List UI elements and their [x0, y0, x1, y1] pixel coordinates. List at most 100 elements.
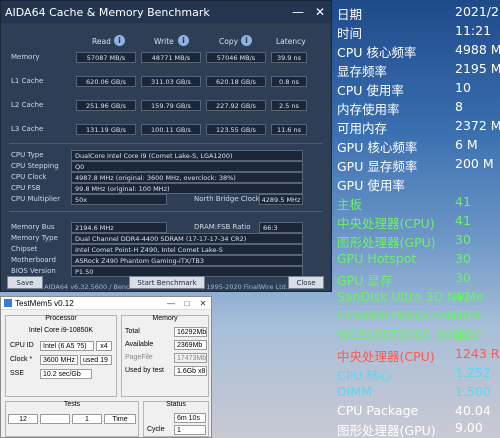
sensor-label: 中央处理器(CPU) — [337, 216, 435, 231]
tests-cell: Time — [104, 414, 136, 424]
sensor-row: CPU 使用率 10 — [337, 80, 500, 98]
start-benchmark-button[interactable]: Start Benchmark — [129, 276, 205, 289]
tests-cell: 12 — [8, 414, 38, 424]
sensor-row: CPU Package 40.04 — [337, 403, 500, 421]
sensor-row: DIMM 1.500 — [337, 384, 500, 402]
cpu-type-label: CPU Type — [11, 151, 44, 159]
clock-multiplier: used 19 — [80, 355, 112, 365]
aida64-titlebar: AIDA64 Cache & Memory Benchmark — ✕ — [1, 1, 331, 23]
maximize-icon[interactable]: □ — [179, 299, 195, 308]
l2-copy-value: 227.92 GB/s — [206, 100, 266, 111]
sensor-label: GPU 显存频率 — [337, 159, 418, 174]
minimize-icon[interactable]: — — [163, 299, 179, 308]
row-label-l3: L3 Cache — [11, 125, 44, 133]
window-title: AIDA64 Cache & Memory Benchmark — [5, 5, 210, 19]
sensor-value: 30 — [455, 232, 471, 247]
minimize-icon[interactable]: — — [287, 1, 309, 23]
sensor-label: CPU 核心 — [337, 368, 392, 383]
col-header-read: Read — [92, 37, 111, 46]
sensor-label: GPU 核心频率 — [337, 140, 418, 155]
total-value: 16292Mb — [174, 327, 207, 337]
tests-group-title: Tests — [63, 401, 81, 408]
sensor-label: 图形处理器(GPU) — [337, 235, 436, 250]
memory-type-value: Dual Channel DDR4-4400 SDRAM (17-17-17-3… — [71, 233, 303, 244]
sse-value: 10.2 sec/Gb — [40, 369, 92, 379]
read-info-icon[interactable]: i — [114, 35, 125, 46]
cpu-multiplier-value: 50x — [71, 194, 167, 205]
aida64-body: Read i Write i Copy i Latency Memory 570… — [1, 23, 331, 293]
aida64-window: AIDA64 Cache & Memory Benchmark — ✕ Read… — [0, 0, 332, 292]
sensor-value: 40.04 — [455, 403, 491, 418]
sensor-row: GPU 使用率 — [337, 175, 500, 193]
cpu-name: Intel Core i9-10850K — [28, 327, 94, 334]
testmem-title: TestMem5 v0.12 — [15, 298, 74, 308]
sensor-value: 30 — [455, 251, 471, 266]
chipset-label: Chipset — [11, 245, 38, 253]
cpu-id-value: Intel (6 A5 ?5) — [40, 341, 94, 351]
memory-write-value: 48771 MB/s — [141, 52, 201, 63]
dram-fsb-ratio-label: DRAM:FSB Ratio — [194, 223, 251, 231]
cpu-clock-label: CPU Clock — [11, 173, 47, 181]
separator — [9, 143, 323, 144]
sensor-label: 日期 — [337, 7, 363, 22]
sensor-row: 可用内存 2372 M — [337, 118, 500, 136]
sensor-value: 4988 M — [455, 42, 500, 57]
sensor-value: 2195 M — [455, 61, 500, 76]
l3-copy-value: 123.55 GB/s — [206, 124, 266, 135]
cpu-id-label: CPU ID — [10, 342, 34, 349]
chipset-value: Intel Comet Point-H Z490, Intel Comet La… — [71, 244, 303, 255]
row-label-memory: Memory — [11, 53, 40, 61]
copy-info-icon[interactable]: i — [241, 35, 252, 46]
sensor-label: GPU Hotspot — [337, 251, 417, 266]
cycle-label: Cycle — [147, 426, 165, 433]
sensor-row: GPU 显存 30 — [337, 270, 500, 288]
sensor-label: 可用内存 — [337, 121, 388, 136]
sensor-row: CPU 核心频率 4988 M — [337, 42, 500, 60]
close-icon[interactable]: ✕ — [195, 299, 211, 308]
sensor-label: CPU Package — [337, 403, 419, 418]
sse-label: SSE — [10, 370, 25, 377]
sensor-value: 1.500 — [455, 384, 491, 399]
cpu-fsb-label: CPU FSB — [11, 184, 41, 192]
status-time: 6m 10s — [174, 413, 206, 423]
save-button[interactable]: Save — [7, 276, 43, 289]
used-by-test-value: 1.6Gb x8 — [174, 366, 207, 376]
l2-write-value: 159.79 GB/s — [141, 100, 201, 111]
sensor-value: 41 — [455, 194, 471, 209]
clock-value: 3600 MHz — [40, 355, 78, 365]
l2-latency-value: 2.5 ns — [271, 100, 307, 111]
processor-group: Processor Intel Core i9-10850K CPU ID In… — [5, 315, 117, 397]
memory-bus-value: 2194.6 MHz — [71, 222, 167, 233]
sensor-value: 30 — [455, 308, 471, 323]
sensor-row: WDS100T3X0C-00SJG0 40 — [337, 327, 500, 345]
sensor-value: 200 M — [455, 156, 494, 171]
sensor-label: GPU 使用率 — [337, 178, 405, 193]
cpu-fsb-value: 99.8 MHz (original: 100 MHz) — [71, 183, 303, 194]
sensor-value: 41 — [455, 213, 471, 228]
tests-cell: 1 — [72, 414, 102, 424]
total-label: Total — [125, 328, 140, 335]
cpu-type-value: DualCore Intel Core i9 (Comet Lake-S, LG… — [71, 150, 303, 161]
sensor-value: 1.252 — [455, 365, 491, 380]
sensor-value: 6 M — [455, 137, 478, 152]
sensor-row: GPU 显存频率 200 M — [337, 156, 500, 174]
sensor-label: 时间 — [337, 26, 363, 41]
sensor-row: 图形处理器(GPU) 30 — [337, 232, 500, 250]
sensor-row: ST5000LM000-2AN170 30 — [337, 308, 500, 326]
north-bridge-value: 4289.5 MHz — [259, 194, 303, 205]
cycle-value: 1 — [174, 425, 206, 435]
close-button[interactable]: Close — [288, 276, 324, 289]
sensor-label: GPU 显存 — [337, 273, 393, 288]
sensor-label: 中央处理器(CPU) — [337, 349, 435, 364]
close-icon[interactable]: ✕ — [309, 1, 331, 23]
memory-latency-value: 39.9 ns — [271, 52, 307, 63]
pagefile-label: PageFile — [125, 354, 153, 361]
l3-read-value: 131.19 GB/s — [76, 124, 136, 135]
memory-copy-value: 57046 MB/s — [206, 52, 266, 63]
north-bridge-label: North Bridge Clock — [194, 195, 260, 203]
write-info-icon[interactable]: i — [178, 35, 189, 46]
memory-group-title: Memory — [152, 315, 178, 322]
tests-group: Tests 12 1 Time — [5, 401, 139, 437]
sensor-label: 主板 — [337, 197, 363, 212]
row-label-l1: L1 Cache — [11, 77, 44, 85]
